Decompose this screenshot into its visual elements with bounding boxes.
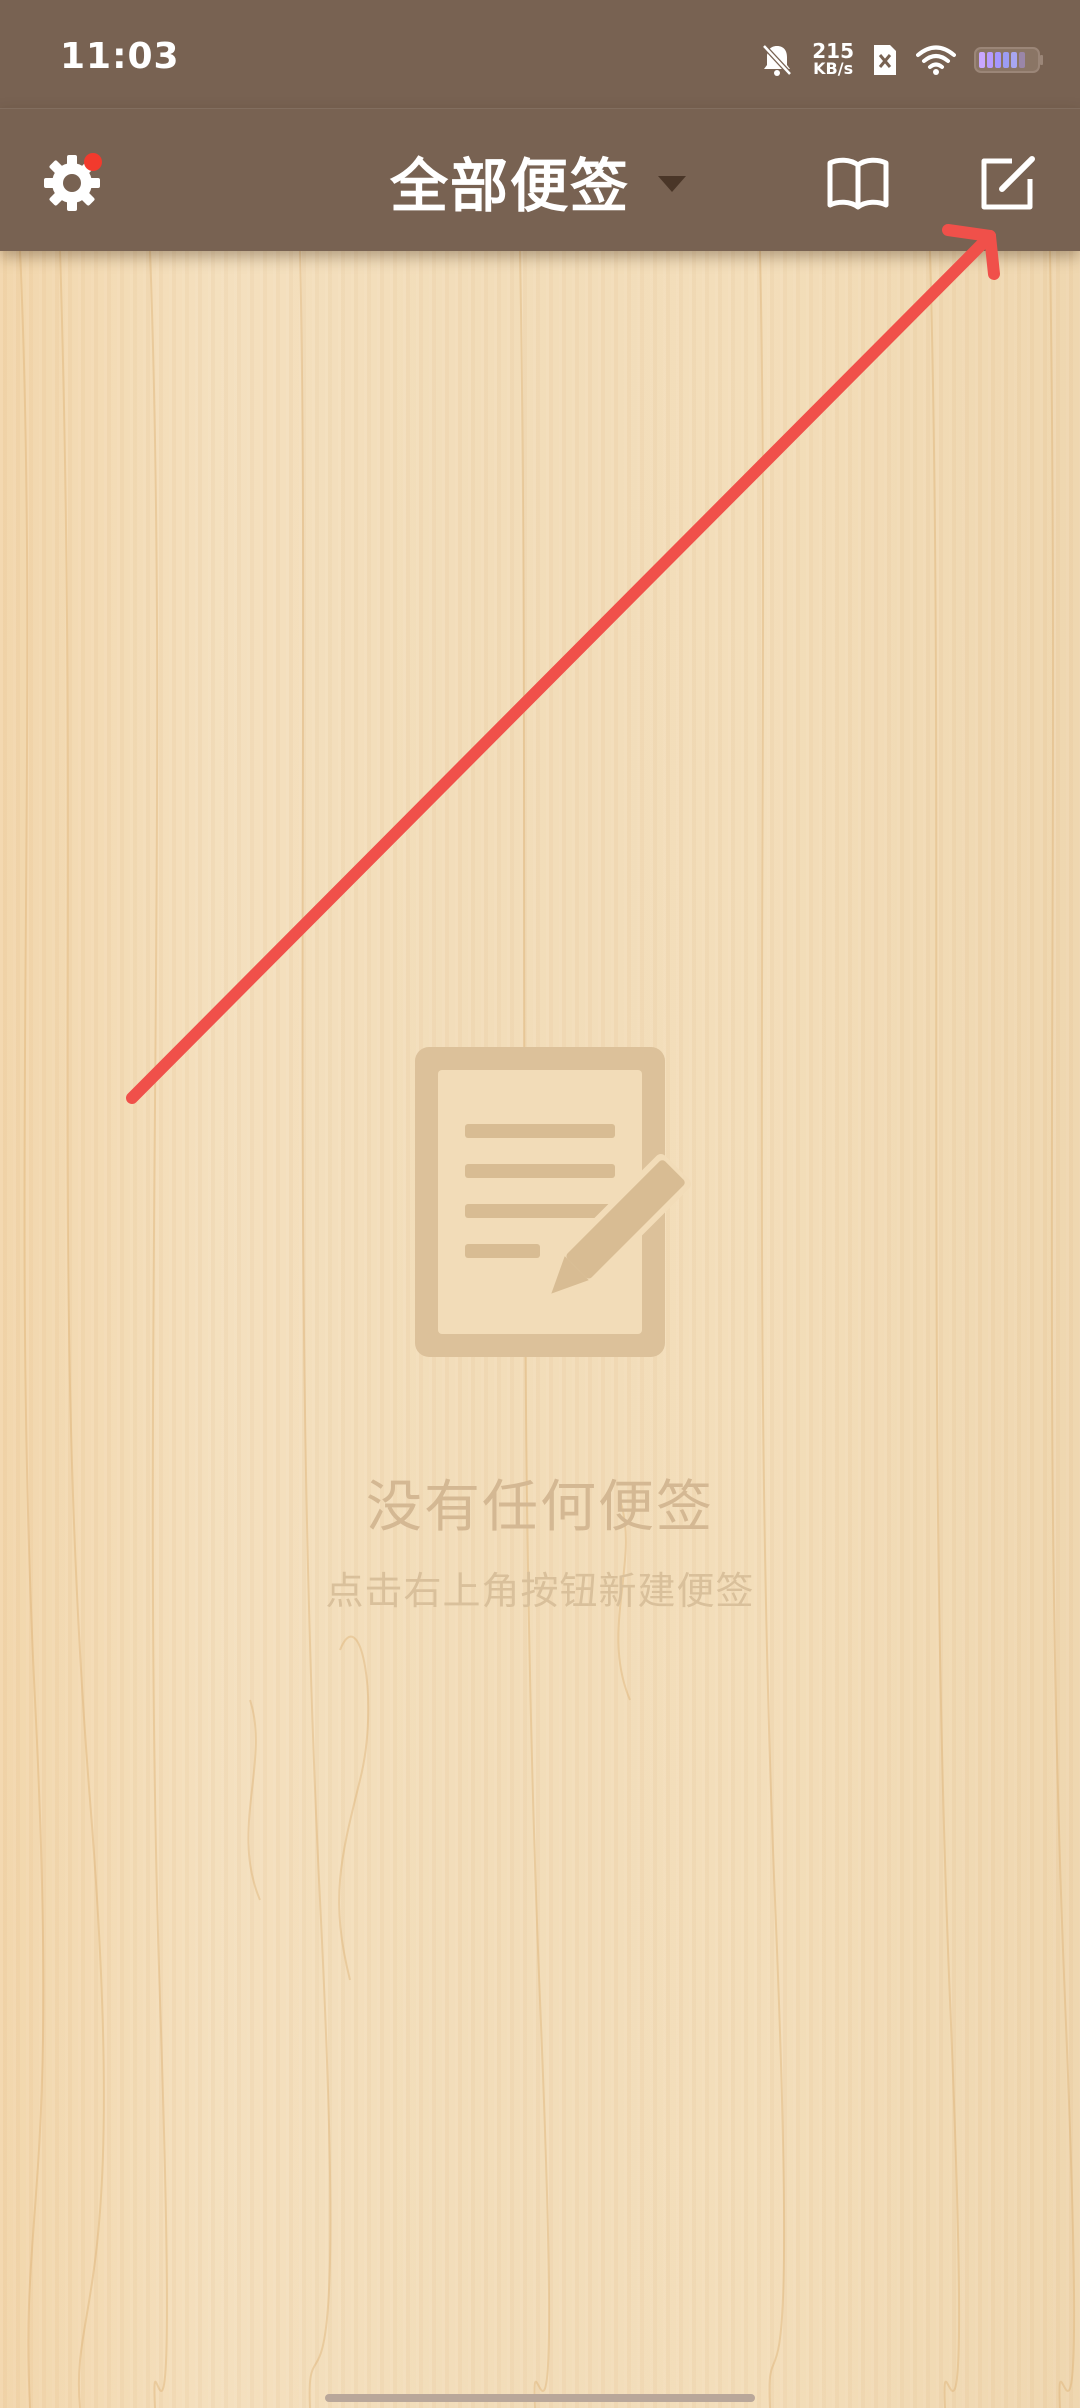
- status-bar: 11:03 215 KB/s: [0, 0, 1080, 108]
- edit-note-icon: [981, 156, 1035, 210]
- status-time: 11:03: [60, 36, 180, 77]
- net-speed: 215 KB/s: [812, 39, 854, 78]
- net-speed-unit: KB/s: [813, 59, 854, 78]
- net-speed-value: 215: [812, 39, 854, 63]
- caret-down-icon: [658, 176, 687, 192]
- status-icons: 215 KB/s: [760, 40, 1044, 80]
- wifi-icon: [916, 45, 956, 75]
- page-title: 全部便签: [390, 152, 631, 220]
- bell-off-icon: [762, 44, 793, 76]
- empty-state-title: 没有任何便签: [366, 1475, 714, 1540]
- note-with-pencil-icon: [415, 1047, 691, 1357]
- settings-notification-dot: [84, 153, 102, 171]
- settings-button[interactable]: [40, 151, 104, 215]
- notebook-button[interactable]: [826, 153, 890, 213]
- title-dropdown[interactable]: 全部便签: [390, 141, 687, 221]
- battery-icon: [974, 47, 1043, 73]
- book-icon: [827, 157, 889, 210]
- home-indicator[interactable]: [325, 2394, 755, 2402]
- empty-state-subtitle: 点击右上角按钮新建便签: [325, 1569, 755, 1613]
- app-bar: 全部便签: [0, 108, 1080, 251]
- sim-x-icon: [874, 45, 896, 75]
- new-note-button[interactable]: [976, 151, 1040, 215]
